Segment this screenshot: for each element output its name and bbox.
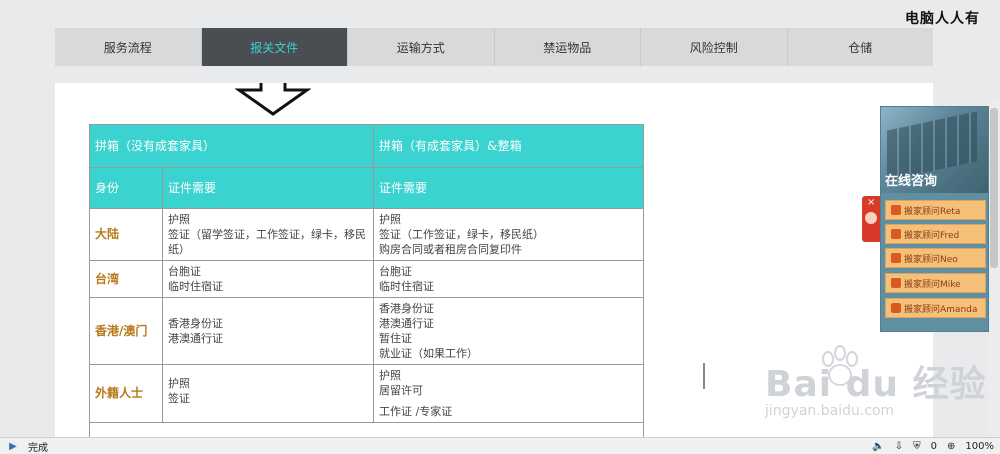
row-docs-right: 护照 签证（工作签证，绿卡，移民纸） 购房合同或者租房合同复印件	[373, 208, 644, 261]
header-docs-right: 证件需要	[373, 167, 644, 209]
row-docs-left: 台胞证 临时住宿证	[162, 260, 374, 298]
counter-value: 0	[930, 440, 938, 452]
scrollbar-thumb[interactable]	[990, 108, 998, 268]
tab-service-process[interactable]: 服务流程	[55, 28, 202, 66]
table-row: 外籍人士 护照 签证 护照 居留许可 工作证 /专家证	[89, 364, 644, 423]
row-label: 外籍人士	[89, 364, 163, 423]
advisor-button-reta[interactable]: 搬家顾问Reta	[885, 200, 986, 220]
baidu-url: jingyan.baidu.com	[765, 403, 895, 419]
advisor-button-neo[interactable]: 搬家顾问Neo	[885, 248, 986, 268]
tab-prohibited-items[interactable]: 禁运物品	[495, 28, 641, 66]
tab-customs-documents[interactable]: 报关文件	[201, 28, 348, 66]
documents-table: 拼箱（没有成套家具） 拼箱（有成套家具）&整箱 身份 证件需要 证件需要 大陆 …	[89, 124, 644, 437]
page-icon: ▶	[9, 440, 17, 452]
chat-icon	[891, 253, 901, 263]
header-consolidated-no-furniture: 拼箱（没有成套家具）	[89, 124, 374, 168]
row-docs-right: 护照 居留许可 工作证 /专家证	[373, 364, 644, 423]
browser-statusbar: ▶ 完成 🔈 ⇩ ⛨ 0 ⊕ 100%	[0, 437, 1000, 454]
advisor-button-mike[interactable]: 搬家顾问Mike	[885, 273, 986, 293]
close-icon[interactable]: ×	[867, 197, 875, 208]
speaker-icon[interactable]: 🔈	[872, 441, 884, 452]
header-consolidated-with-furniture: 拼箱（有成套家具）&整箱	[373, 124, 644, 168]
zoom-icon[interactable]: ⊕	[947, 441, 955, 452]
online-consult-panel: 在线咨询 搬家顾问Reta 搬家顾问Fred 搬家顾问Neo 搬家顾问Mike …	[880, 106, 989, 332]
download-icon[interactable]: ⇩	[895, 441, 903, 452]
chat-icon	[891, 303, 901, 313]
row-label: 台湾	[89, 260, 163, 298]
chat-title: 在线咨询	[885, 174, 938, 189]
column-resize-handle[interactable]	[703, 363, 705, 389]
table-row: 香港/澳门 香港身份证 港澳通行证 香港身份证 港澳通行证 暂住证 就业证（如果…	[89, 297, 644, 365]
table-row: 大陆 护照 签证（留学签证，工作签证，绿卡，移民纸） 护照 签证（工作签证，绿卡…	[89, 208, 644, 261]
row-docs-left: 护照 签证	[162, 364, 374, 423]
shield-icon[interactable]: ⛨	[913, 441, 921, 452]
tab-warehousing[interactable]: 仓储	[788, 28, 934, 66]
header-docs-left: 证件需要	[162, 167, 374, 209]
chat-icon	[891, 229, 901, 239]
down-arrow-icon	[235, 83, 311, 116]
chat-close-tab[interactable]: ×	[862, 196, 880, 242]
top-nav: 服务流程 报关文件 运输方式 禁运物品 风险控制 仓储	[55, 28, 933, 66]
chat-icon	[891, 205, 901, 215]
row-docs-right: 台胞证 临时住宿证	[373, 260, 644, 298]
page-scrollbar[interactable]	[988, 100, 1000, 437]
row-label: 香港/澳门	[89, 297, 163, 365]
row-label: 大陆	[89, 208, 163, 261]
advisor-button-amanda[interactable]: 搬家顾问Amanda	[885, 298, 986, 318]
tab-shipping-methods[interactable]: 运输方式	[348, 28, 495, 66]
row-docs-left: 护照 签证（留学签证，工作签证，绿卡，移民纸）	[162, 208, 374, 261]
table-row	[89, 422, 644, 437]
tab-risk-control[interactable]: 风险控制	[641, 28, 788, 66]
baidu-watermark: Bai du 经验 jingyan.baidu.com	[765, 355, 987, 419]
paw-icon	[865, 212, 877, 224]
row-docs-right: 香港身份证 港澳通行证 暂住证 就业证（如果工作）	[373, 297, 644, 365]
header-identity: 身份	[89, 167, 163, 209]
table-row: 台湾 台胞证 临时住宿证 台胞证 临时住宿证	[89, 260, 644, 298]
chat-icon	[891, 278, 901, 288]
advisor-button-fred[interactable]: 搬家顾问Fred	[885, 224, 986, 244]
baidu-logo-text: Bai du 经验	[765, 364, 987, 405]
row-docs-left: 香港身份证 港澳通行证	[162, 297, 374, 365]
zoom-level[interactable]: 100%	[965, 441, 994, 452]
status-text: 完成	[28, 442, 48, 454]
watermark-text: 电脑人人有	[905, 11, 980, 27]
